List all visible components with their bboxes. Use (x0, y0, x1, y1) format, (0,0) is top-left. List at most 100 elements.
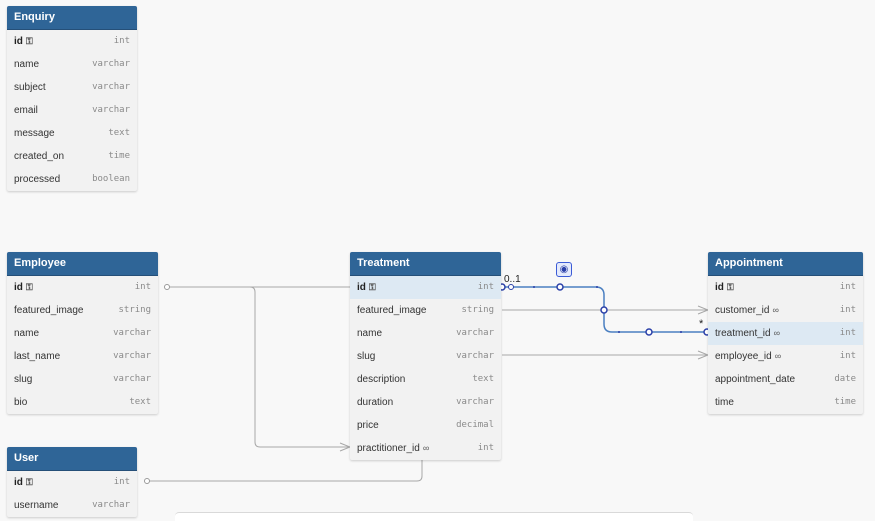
column-row-appointment-time[interactable]: time time (708, 391, 863, 414)
column-row-appointment-treatment-id[interactable]: treatment_id ∞ int (708, 322, 863, 345)
column-name-text: slug (357, 351, 376, 362)
column-name: id ⚿ (357, 276, 376, 299)
column-name-text: time (715, 397, 734, 408)
column-name-text: id (715, 282, 724, 293)
column-row-enquiry-id[interactable]: id ⚿ int (7, 30, 137, 53)
key-icon: ⚿ (726, 282, 734, 292)
column-name-text: practitioner_id (357, 443, 420, 454)
column-type: varchar (456, 328, 494, 338)
column-row-enquiry-name[interactable]: name varchar (7, 53, 137, 76)
column-name: description (357, 368, 405, 391)
column-name: slug (14, 368, 32, 391)
column-type: boolean (92, 174, 130, 184)
table-enquiry[interactable]: Enquiry id ⚿ int name varchar subject varchar em… (7, 6, 137, 191)
column-row-appointment-appointment-date[interactable]: appointment_date date (708, 368, 863, 391)
column-row-treatment-practitioner-id[interactable]: practitioner_id ∞ int (350, 437, 501, 460)
column-type: varchar (113, 328, 151, 338)
column-name-text: treatment_id (715, 328, 771, 339)
column-type: text (129, 397, 151, 407)
column-name-text: duration (357, 397, 394, 408)
column-type: text (108, 128, 130, 138)
column-name: customer_id ∞ (715, 299, 779, 322)
column-name-text: name (14, 59, 40, 70)
column-row-user-id[interactable]: id ⚿ int (7, 471, 137, 494)
table-header-enquiry[interactable]: Enquiry (7, 6, 137, 30)
column-name-text: id (14, 36, 23, 47)
column-row-enquiry-email[interactable]: email varchar (7, 99, 137, 122)
column-name: slug (357, 345, 375, 368)
column-type: int (134, 282, 151, 292)
column-name: treatment_id ∞ (715, 322, 780, 345)
column-row-user-username[interactable]: username varchar (7, 494, 137, 517)
column-name: message (14, 122, 55, 145)
key-icon: ⚿ (25, 477, 33, 487)
column-name: id ⚿ (14, 30, 33, 53)
column-type: time (834, 397, 856, 407)
column-type: varchar (456, 397, 494, 407)
column-row-appointment-id[interactable]: id ⚿ int (708, 276, 863, 299)
column-type: varchar (456, 351, 494, 361)
table-employee[interactable]: Employee id ⚿ int featured_image string name va… (7, 252, 158, 414)
column-row-treatment-name[interactable]: name varchar (350, 322, 501, 345)
column-name: duration (357, 391, 393, 414)
column-name: created_on (14, 145, 64, 168)
column-row-appointment-customer-id[interactable]: customer_id ∞ int (708, 299, 863, 322)
column-row-treatment-duration[interactable]: duration varchar (350, 391, 501, 414)
column-type: int (113, 477, 130, 487)
bottom-toolbar (175, 512, 693, 521)
column-row-treatment-description[interactable]: description text (350, 368, 501, 391)
column-type: varchar (92, 105, 130, 115)
column-name-text: name (14, 328, 40, 339)
column-row-employee-bio[interactable]: bio text (7, 391, 158, 414)
column-name-text: featured_image (357, 305, 427, 316)
column-row-treatment-slug[interactable]: slug varchar (350, 345, 501, 368)
column-row-treatment-price[interactable]: price decimal (350, 414, 501, 437)
column-row-employee-featured-image[interactable]: featured_image string (7, 299, 158, 322)
column-name-text: customer_id (715, 305, 770, 316)
column-type: int (477, 443, 494, 453)
column-type: varchar (113, 374, 151, 384)
column-type: text (472, 374, 494, 384)
column-name: name (357, 322, 382, 345)
column-name: id ⚿ (715, 276, 734, 299)
table-user[interactable]: User id ⚿ int username varchar (7, 447, 137, 517)
column-row-treatment-id[interactable]: id ⚿ int (350, 276, 501, 299)
table-treatment[interactable]: Treatment id ⚿ int featured_image string name v… (350, 252, 501, 460)
table-header-treatment[interactable]: Treatment (350, 252, 501, 276)
column-type: date (834, 374, 856, 384)
column-row-employee-name[interactable]: name varchar (7, 322, 158, 345)
column-type: int (839, 328, 856, 338)
column-name-text: processed (14, 174, 61, 185)
column-name-text: subject (14, 82, 46, 93)
column-name: practitioner_id ∞ (357, 437, 429, 460)
column-name-text: username (14, 500, 59, 511)
column-name-text: description (357, 374, 406, 385)
column-row-enquiry-created-on[interactable]: created_on time (7, 145, 137, 168)
column-type: int (839, 305, 856, 315)
table-appointment[interactable]: Appointment id ⚿ int customer_id ∞ int treatmen… (708, 252, 863, 414)
column-name-text: featured_image (14, 305, 84, 316)
link-icon: ∞ (773, 328, 781, 338)
key-icon: ⚿ (25, 282, 33, 292)
column-name: featured_image (357, 299, 427, 322)
column-name: id ⚿ (14, 276, 33, 299)
column-row-enquiry-message[interactable]: message text (7, 122, 137, 145)
column-name-text: id (357, 282, 366, 293)
column-name-text: created_on (14, 151, 65, 162)
column-type: varchar (92, 82, 130, 92)
column-row-treatment-featured-image[interactable]: featured_image string (350, 299, 501, 322)
column-row-employee-slug[interactable]: slug varchar (7, 368, 158, 391)
column-row-employee-id[interactable]: id ⚿ int (7, 276, 158, 299)
table-header-user[interactable]: User (7, 447, 137, 471)
column-type: int (113, 36, 130, 46)
column-row-employee-last-name[interactable]: last_name varchar (7, 345, 158, 368)
column-name: last_name (14, 345, 60, 368)
table-header-employee[interactable]: Employee (7, 252, 158, 276)
column-row-enquiry-subject[interactable]: subject varchar (7, 76, 137, 99)
link-icon: ∞ (422, 443, 430, 453)
column-row-appointment-employee-id[interactable]: employee_id ∞ int (708, 345, 863, 368)
column-row-enquiry-processed[interactable]: processed boolean (7, 168, 137, 191)
column-name: username (14, 494, 58, 517)
column-type: string (118, 305, 151, 315)
table-header-appointment[interactable]: Appointment (708, 252, 863, 276)
